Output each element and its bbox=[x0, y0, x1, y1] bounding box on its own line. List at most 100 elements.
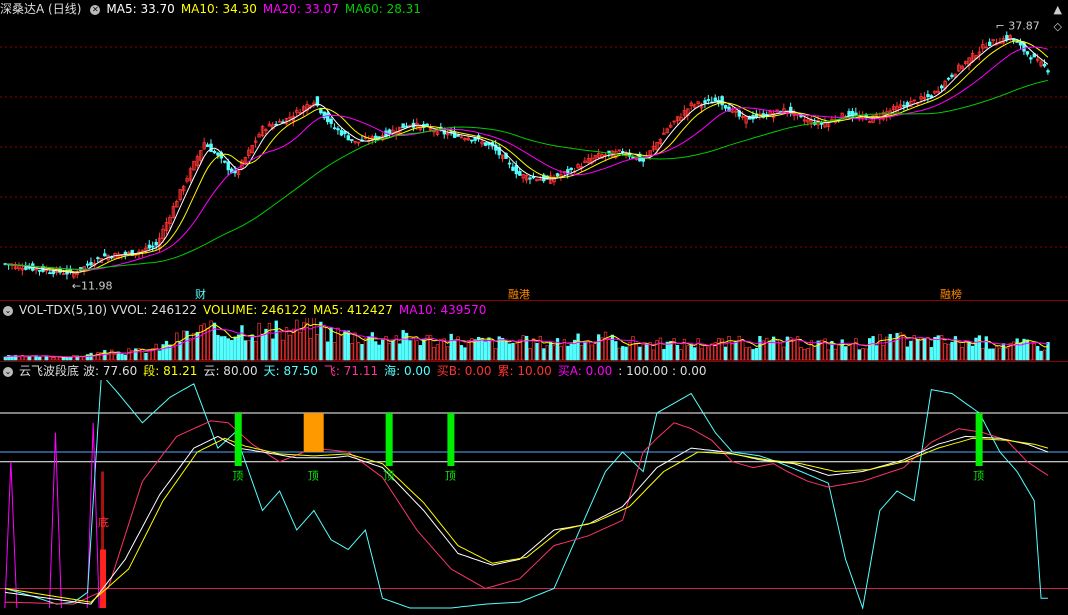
candle-body bbox=[339, 130, 344, 136]
volume-bar bbox=[778, 342, 783, 361]
candle-body bbox=[89, 262, 93, 266]
candle-body bbox=[988, 41, 992, 47]
candle-body bbox=[456, 134, 460, 137]
volume-bar bbox=[343, 331, 347, 361]
volume-bar bbox=[374, 341, 378, 361]
volume-bar bbox=[850, 342, 855, 361]
volume-bar bbox=[363, 338, 368, 361]
candle-body bbox=[51, 271, 56, 275]
volume-bar bbox=[621, 346, 625, 361]
candle-body bbox=[103, 253, 107, 257]
stock-title[interactable]: 深桑达A (日线) bbox=[0, 2, 81, 16]
volume-bar bbox=[586, 341, 591, 361]
tian-label: 天: 87.50 bbox=[263, 364, 318, 378]
volume-bar bbox=[885, 336, 889, 361]
volume-bar bbox=[233, 336, 237, 361]
volume-bar bbox=[758, 336, 762, 361]
vol-ma10-label: MA10: 439570 bbox=[398, 303, 487, 317]
volume-bar bbox=[346, 330, 350, 361]
volume-bar bbox=[226, 338, 230, 361]
top-label: 顶 bbox=[445, 469, 456, 482]
volume-bar bbox=[802, 348, 807, 361]
candle-body bbox=[511, 166, 515, 171]
candle-body bbox=[404, 125, 409, 128]
volume-bar bbox=[490, 339, 495, 361]
volume-bar bbox=[247, 340, 251, 361]
candle-body bbox=[1029, 57, 1033, 60]
volume-bar bbox=[964, 340, 968, 361]
candle-body bbox=[223, 160, 227, 163]
volume-bar bbox=[960, 347, 964, 361]
volume-bar bbox=[326, 341, 330, 361]
volume-bar bbox=[435, 344, 440, 361]
volume-bar bbox=[569, 343, 573, 361]
volume-bar bbox=[576, 333, 580, 361]
volume-bar bbox=[377, 344, 381, 361]
volume-bar bbox=[446, 346, 450, 361]
top-label: 顶 bbox=[308, 469, 319, 482]
volume-bar bbox=[768, 340, 772, 361]
volume-bar bbox=[754, 347, 759, 361]
volume-bar bbox=[452, 340, 457, 361]
volume-bar bbox=[243, 340, 248, 361]
close-icon[interactable]: ✕ bbox=[90, 4, 101, 15]
vol-name[interactable]: VOL-TDX(5,10) bbox=[19, 303, 107, 317]
candle-body bbox=[68, 269, 73, 272]
volume-bar bbox=[411, 337, 416, 361]
price-chart[interactable]: ←11.98 ⌐ 37.87 财 融港 融榜 bbox=[0, 17, 1068, 300]
volume-bar bbox=[665, 341, 669, 361]
cyan-line bbox=[5, 380, 1048, 610]
volume-bar bbox=[590, 344, 594, 361]
indicator-panel-header: ⌄ 云飞波段底 波: 77.60 段: 81.21 云: 80.00 天: 87.50 飞:… bbox=[0, 362, 713, 380]
volume-bar bbox=[367, 336, 371, 361]
volume-bar bbox=[133, 348, 138, 361]
volume-bar bbox=[847, 345, 851, 361]
volume-bar bbox=[809, 340, 813, 361]
volume-bar bbox=[696, 338, 700, 361]
candle-body bbox=[518, 170, 522, 176]
volume-bar bbox=[230, 340, 234, 361]
volume-bar bbox=[693, 347, 697, 361]
vol-ma5-label: MA5: 412427 bbox=[312, 303, 393, 317]
indicator-chart[interactable]: 底 顶 顶 顶 顶 顶 bbox=[0, 380, 1068, 613]
volume-bar bbox=[881, 345, 886, 361]
volume-bar bbox=[813, 345, 817, 361]
volume-bar bbox=[943, 343, 947, 361]
volume-bar bbox=[888, 334, 892, 361]
candle-body bbox=[154, 242, 158, 246]
volume-bar bbox=[741, 339, 745, 361]
volume-bar bbox=[970, 345, 975, 361]
candle-body bbox=[514, 164, 519, 175]
volume-bar bbox=[274, 320, 278, 361]
volume-bar bbox=[549, 341, 553, 361]
volume-settings-icon[interactable]: ⌄ bbox=[3, 305, 13, 316]
duan-label: 段: 81.21 bbox=[143, 364, 198, 378]
volume-bar bbox=[1042, 349, 1047, 361]
volume-bar bbox=[504, 340, 508, 361]
volume-bar bbox=[329, 327, 333, 361]
collapse-icon[interactable]: ▲ bbox=[1054, 3, 1062, 16]
volume-bar bbox=[583, 342, 587, 361]
volume-bar bbox=[799, 347, 803, 361]
volume-bar bbox=[751, 349, 755, 361]
volume-bar bbox=[202, 323, 206, 361]
volume-bar bbox=[175, 332, 179, 361]
candle-body bbox=[1005, 34, 1009, 41]
volume-bar bbox=[79, 356, 83, 361]
pink-line bbox=[5, 420, 1049, 605]
volume-bar bbox=[511, 342, 515, 361]
volume-bar bbox=[103, 350, 107, 361]
volume-bar bbox=[281, 339, 285, 361]
event-marker: 财 bbox=[195, 287, 206, 300]
indicator-settings-icon[interactable]: ⌄ bbox=[3, 366, 13, 377]
volume-bar bbox=[946, 343, 951, 361]
ind-name[interactable]: 云飞波段底 bbox=[19, 364, 79, 378]
volume-bar bbox=[240, 325, 244, 361]
volume-chart[interactable] bbox=[0, 318, 1068, 361]
volume-bar bbox=[120, 353, 124, 361]
candle-body bbox=[902, 104, 906, 107]
volume-bar bbox=[593, 341, 597, 361]
volume-bar bbox=[257, 322, 261, 361]
volume-bar bbox=[339, 335, 344, 361]
volume-bar bbox=[1015, 338, 1019, 361]
